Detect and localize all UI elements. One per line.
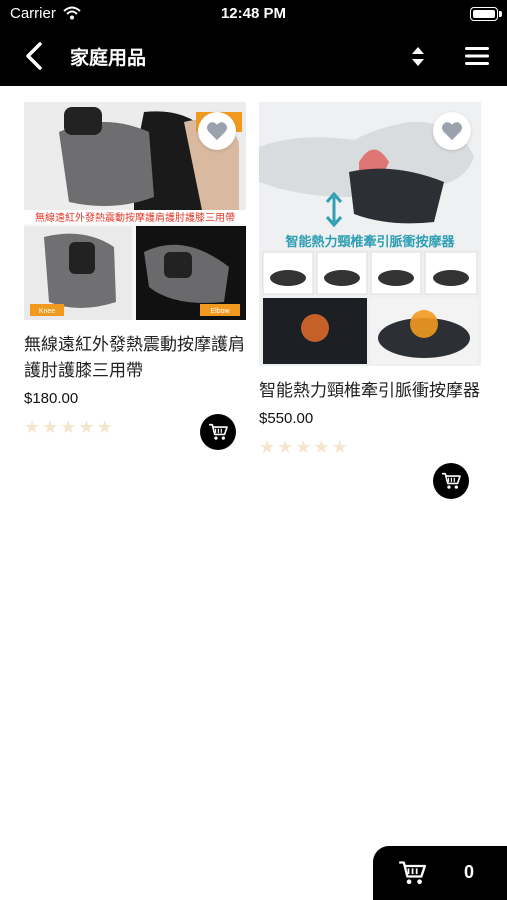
product-name[interactable]: 無線遠紅外發熱震動按摩護肩護肘護膝三用帶: [24, 332, 246, 384]
star-icon: ★: [313, 437, 330, 458]
product-card[interactable]: 無線遠紅外發熱震動按摩護肩護肘護膝三用帶 Knee Elbow 無線遠紅外發熱震…: [24, 102, 249, 450]
heart-icon: [442, 122, 462, 141]
page-title: 家庭用品: [70, 47, 147, 69]
status-bar: Carrier 12:48 PM: [0, 0, 507, 28]
heart-icon: [207, 122, 227, 141]
product-image[interactable]: 無線遠紅外發熱震動按摩護肩護肘護膝三用帶 Knee Elbow: [24, 102, 246, 320]
sort-icon[interactable]: [405, 42, 431, 70]
menu-icon[interactable]: [462, 42, 492, 70]
cart-count: 0: [463, 862, 474, 882]
star-icon: ★: [96, 417, 113, 438]
product-price: $180.00: [24, 390, 79, 407]
star-icon: ★: [42, 417, 59, 438]
star-icon: ★: [331, 437, 348, 458]
product-image[interactable]: 智能熱力頸椎牽引脈衝按摩器: [259, 102, 481, 366]
add-to-cart-button[interactable]: [200, 414, 236, 450]
app-screen: Carrier 12:48 PM 家庭用品 無線遠紅外發熱震動按摩護肩護肘護膝三…: [0, 0, 507, 900]
image-banner-text: 無線遠紅外發熱震動按摩護肩護肘護膝三用帶: [35, 211, 235, 224]
battery-tip: [499, 11, 502, 17]
cart-icon: [209, 423, 228, 440]
top-bar: Carrier 12:48 PM 家庭用品: [0, 0, 507, 86]
add-to-cart-button[interactable]: [433, 463, 469, 499]
star-icon: ★: [60, 417, 77, 438]
star-icon: ★: [277, 437, 294, 458]
cart-icon: [442, 472, 461, 489]
rating-stars: ★ ★ ★ ★ ★: [259, 439, 484, 457]
star-icon: ★: [259, 437, 276, 458]
star-icon: ★: [295, 437, 312, 458]
favorite-button[interactable]: [433, 112, 471, 150]
product-name[interactable]: 智能熱力頸椎牽引脈衝按摩器: [259, 378, 481, 404]
cart-summary-button[interactable]: 0: [373, 846, 507, 900]
product-card[interactable]: 智能熱力頸椎牽引脈衝按摩器 智能熱力頸椎牽引脈衝按摩器 $550.00 ★ ★ …: [259, 102, 484, 499]
image-label-elbow: Elbow: [210, 308, 230, 315]
image-label-knee: Knee: [39, 308, 55, 315]
cart-icon: [399, 861, 426, 885]
status-time: 12:48 PM: [220, 5, 287, 22]
product-price: $550.00: [259, 410, 314, 427]
battery-icon: [470, 7, 498, 21]
back-arrow-icon[interactable]: [18, 41, 52, 71]
star-icon: ★: [24, 417, 41, 438]
nav-bar: 家庭用品: [0, 28, 507, 86]
image-banner-text: 智能熱力頸椎牽引脈衝按摩器: [285, 234, 455, 250]
favorite-button[interactable]: [198, 112, 236, 150]
star-icon: ★: [78, 417, 95, 438]
